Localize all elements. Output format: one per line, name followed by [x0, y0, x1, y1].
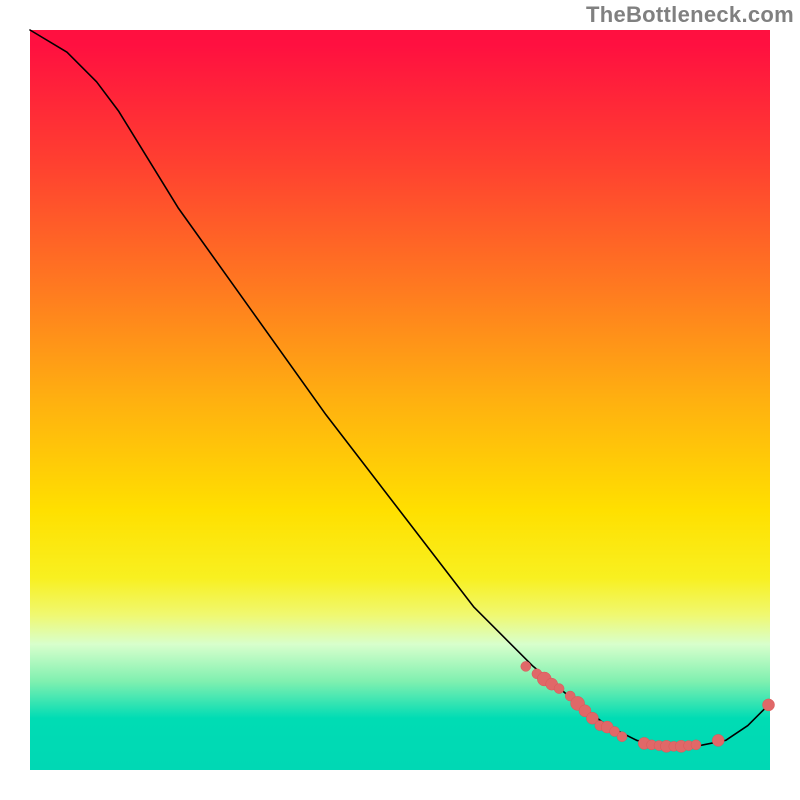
data-point [617, 732, 627, 742]
watermark-text: TheBottleneck.com [586, 2, 794, 28]
data-points-group [521, 661, 775, 752]
curve-group [30, 30, 770, 746]
bottleneck-curve [30, 30, 770, 746]
data-point [712, 734, 724, 746]
data-point [521, 661, 531, 671]
data-point [691, 740, 701, 750]
chart-svg [30, 30, 770, 770]
data-point [763, 699, 775, 711]
data-point [554, 684, 564, 694]
chart-container: TheBottleneck.com [0, 0, 800, 800]
